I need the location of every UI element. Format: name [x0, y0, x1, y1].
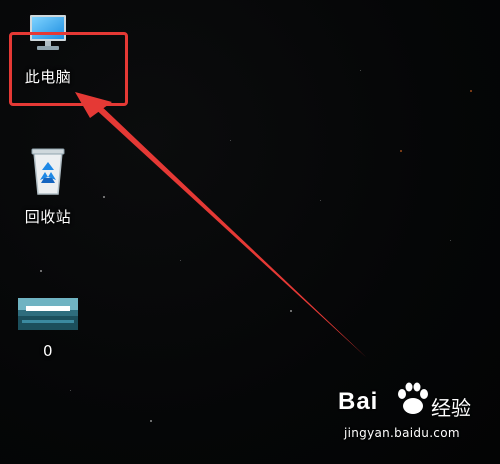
paw-icon — [398, 382, 428, 414]
recycle-bin-icon — [12, 146, 84, 202]
desktop-icon-label: 0 — [42, 342, 54, 360]
background-speck — [103, 196, 105, 198]
watermark-brand: Bai — [338, 388, 379, 415]
background-speck — [470, 90, 472, 92]
watermark-url: jingyan.baidu.com — [344, 426, 460, 440]
background-speck — [320, 200, 321, 201]
background-speck — [360, 70, 361, 71]
annotation-highlight-box — [9, 32, 128, 106]
desktop-icon-file-0[interactable]: 0 — [12, 296, 84, 360]
watermark-suffix: 经验 — [431, 396, 471, 420]
background-speck — [150, 420, 152, 422]
background-speck — [230, 140, 231, 141]
desktop-icon-recycle-bin[interactable]: 回收站 — [12, 146, 84, 226]
desktop[interactable]: 此电脑 回收站 0 Bai 经验 jingyan.baidu.com — [0, 0, 500, 464]
background-speck — [180, 260, 181, 261]
background-speck — [70, 390, 71, 391]
desktop-icon-label: 回收站 — [24, 208, 72, 226]
background-speck — [290, 310, 292, 312]
background-speck — [40, 270, 42, 272]
background-speck — [400, 150, 402, 152]
watermark: Bai 经验 jingyan.baidu.com — [338, 382, 488, 454]
image-file-icon — [12, 296, 84, 336]
background-speck — [450, 240, 451, 241]
